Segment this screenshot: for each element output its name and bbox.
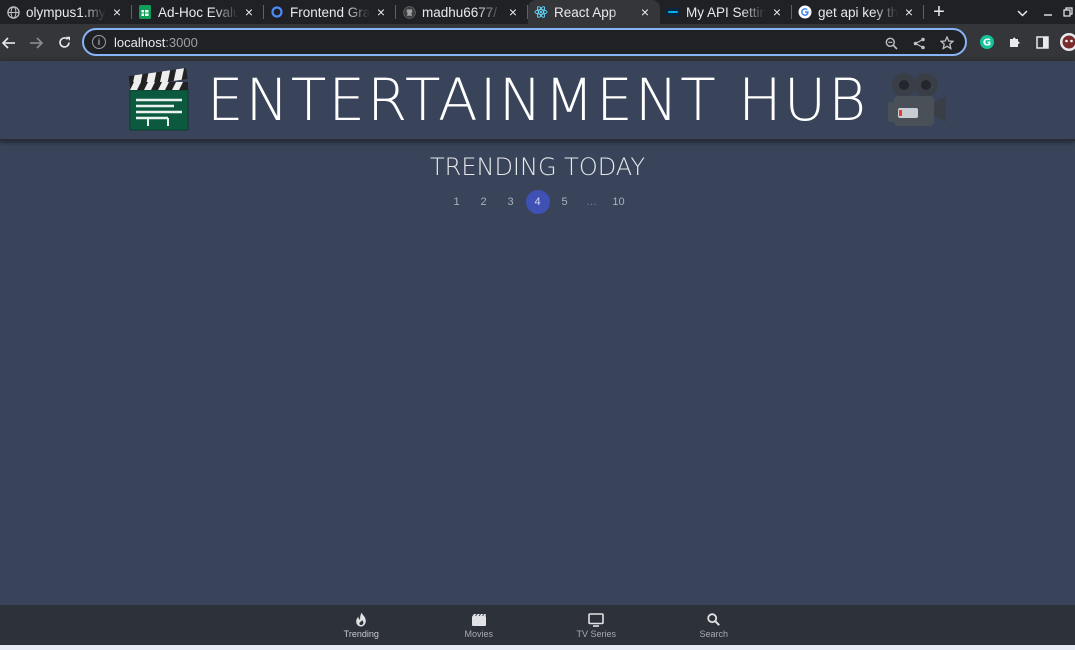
- page-button-10[interactable]: 10: [607, 190, 631, 214]
- page-button-3[interactable]: 3: [499, 190, 523, 214]
- nav-label: Search: [699, 628, 729, 639]
- browser-tab[interactable]: madhu6677/ ×: [396, 0, 528, 24]
- tab-title: madhu6677/: [422, 4, 498, 20]
- page-button-1[interactable]: 1: [445, 190, 469, 214]
- movie-camera-icon: [884, 68, 948, 132]
- address-url: localhost:3000: [114, 35, 198, 50]
- page-button-2[interactable]: 2: [472, 190, 496, 214]
- sheets-icon: [138, 5, 152, 19]
- browser-tab[interactable]: My API Settin ×: [660, 0, 792, 24]
- chevron-down-icon[interactable]: [1009, 5, 1035, 20]
- side-panel-icon[interactable]: [1029, 29, 1055, 55]
- url-port: :3000: [165, 34, 198, 50]
- pagination: 1 2 3 4 5 … 10: [0, 190, 1075, 214]
- header-inner: ENTERTAINMENT HUB: [127, 68, 948, 132]
- grammarly-icon[interactable]: G: [974, 29, 1000, 55]
- page-ellipsis: …: [586, 196, 597, 208]
- google-icon: [798, 5, 812, 19]
- window-bottom-edge: [0, 645, 1075, 650]
- nav-label: Movies: [464, 628, 493, 639]
- tab-title: get api key th: [818, 4, 898, 20]
- page-title: TRENDING TODAY: [429, 153, 645, 181]
- nav-tv-series[interactable]: TV Series: [538, 605, 656, 645]
- tab-divider: [923, 5, 924, 19]
- nav-movies[interactable]: Movies: [420, 605, 538, 645]
- app-header[interactable]: ENTERTAINMENT HUB: [0, 61, 1075, 141]
- circle-icon: [270, 5, 284, 19]
- tab-title: My API Settin: [686, 4, 766, 20]
- url-host: localhost: [114, 34, 166, 50]
- extensions-puzzle-icon[interactable]: [1002, 29, 1028, 55]
- info-icon[interactable]: i: [92, 35, 106, 49]
- search-icon: [707, 612, 721, 628]
- forward-arrow-icon[interactable]: [22, 29, 50, 57]
- address-bar[interactable]: i localhost:3000: [82, 28, 967, 56]
- browser-toolbar: i localhost:3000 G: [0, 24, 1075, 61]
- tv-icon: [588, 612, 605, 628]
- tab-close-icon[interactable]: ×: [374, 4, 388, 20]
- tab-close-icon[interactable]: ×: [902, 4, 916, 20]
- movie-icon: [471, 612, 486, 628]
- browser-tab[interactable]: olympus1.my ×: [0, 0, 132, 24]
- nav-label: TV Series: [576, 628, 616, 639]
- tab-title: React App: [554, 4, 617, 20]
- share-icon[interactable]: [905, 33, 933, 53]
- zoom-icon[interactable]: [877, 33, 905, 53]
- browser-tab[interactable]: Ad-Hoc Evalu ×: [132, 0, 264, 24]
- browser-tab-bar: olympus1.my × Ad-Hoc Evalu × Frontend Gr…: [0, 0, 1075, 24]
- new-tab-button[interactable]: +: [924, 0, 954, 24]
- address-bar-actions: [877, 33, 961, 53]
- tab-title: olympus1.my: [26, 4, 106, 20]
- bookmark-star-icon[interactable]: [933, 33, 961, 53]
- nav-label: Trending: [343, 628, 379, 639]
- minimize-icon[interactable]: [1035, 5, 1061, 20]
- tab-close-icon[interactable]: ×: [770, 4, 784, 20]
- tab-close-icon[interactable]: ×: [110, 4, 124, 20]
- svg-text:G: G: [983, 38, 991, 49]
- tab-close-icon[interactable]: ×: [242, 4, 256, 20]
- browser-tab[interactable]: get api key th ×: [792, 0, 924, 24]
- whatshot-icon: [355, 612, 367, 628]
- nav-search[interactable]: Search: [655, 605, 773, 645]
- github-icon: [402, 5, 416, 19]
- bottom-navigation: Trending Movies TV Series Search: [0, 605, 1075, 645]
- tmdb-icon: [666, 5, 680, 19]
- browser-tab-active[interactable]: React App ×: [528, 0, 660, 24]
- nav-trending[interactable]: Trending: [303, 605, 421, 645]
- browser-tab[interactable]: Frontend Gra ×: [264, 0, 396, 24]
- tab-title: Frontend Gra: [290, 4, 370, 20]
- globe-icon: [6, 5, 20, 19]
- profile-avatar-icon[interactable]: [1056, 29, 1075, 55]
- page-button-4-selected[interactable]: 4: [525, 190, 550, 214]
- back-arrow-icon[interactable]: [0, 29, 16, 57]
- tab-title: Ad-Hoc Evalu: [158, 4, 238, 20]
- tab-close-icon[interactable]: ×: [638, 4, 652, 20]
- window-controls: [1009, 0, 1075, 24]
- clapper-board-icon: [127, 68, 191, 132]
- page-button-5[interactable]: 5: [553, 190, 577, 214]
- reload-icon[interactable]: [50, 29, 78, 57]
- react-icon: [534, 5, 548, 19]
- restore-icon[interactable]: [1061, 5, 1075, 20]
- tab-close-icon[interactable]: ×: [506, 4, 520, 20]
- app-title: ENTERTAINMENT HUB: [206, 66, 869, 134]
